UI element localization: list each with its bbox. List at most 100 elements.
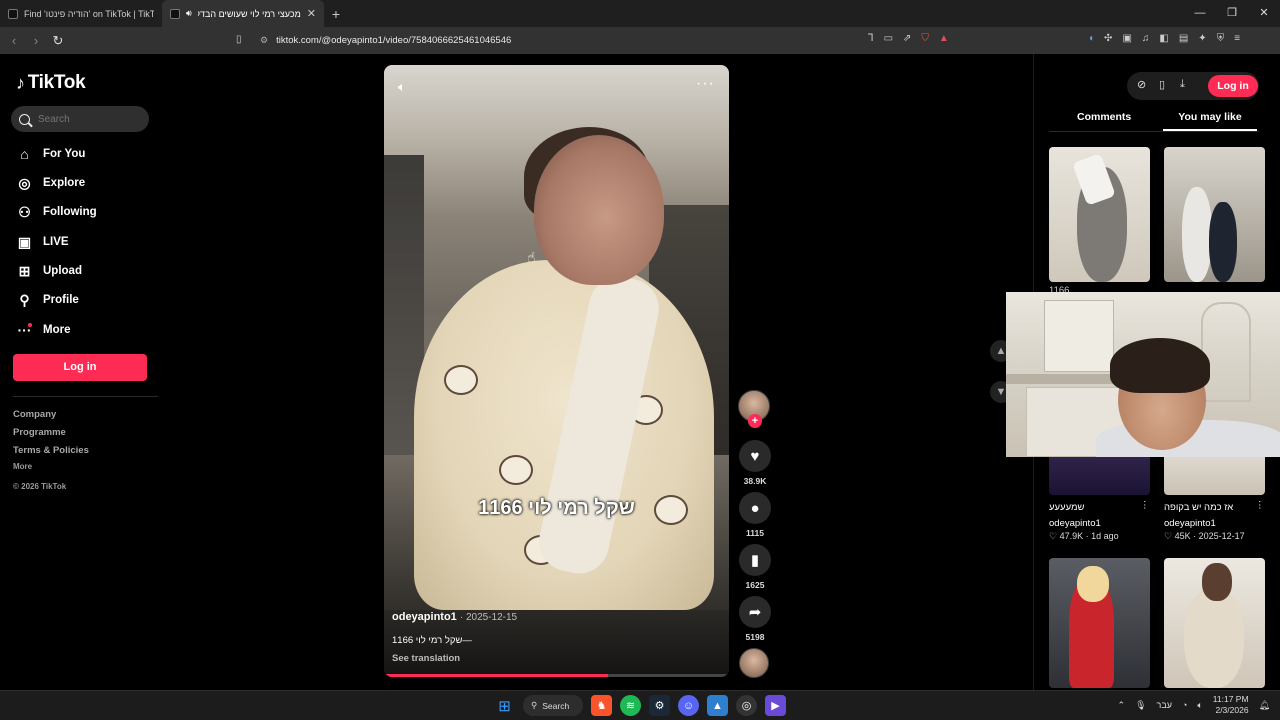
top-login-button[interactable]: Log in (1208, 75, 1258, 97)
close-window-button[interactable]: ✕ (1248, 0, 1280, 27)
speaker-icon[interactable]: 🔊︎ (186, 8, 192, 19)
footer-programme-link[interactable]: Programme (13, 427, 66, 438)
brave-rewards-icon[interactable]: ▲ (939, 33, 949, 44)
new-tab-button[interactable]: + (324, 6, 348, 22)
sidebar-item-more[interactable]: ··· More (16, 319, 71, 341)
copyright: © 2026 TikTok (13, 482, 67, 491)
windows-start-icon[interactable]: ⊞ (494, 695, 515, 716)
sidebar-item-label: LIVE (43, 236, 69, 248)
discord-icon[interactable]: ☺ (678, 695, 699, 716)
translate-icon[interactable]: ⅂ (868, 33, 874, 44)
sidebar-item-label: Following (43, 206, 97, 218)
microphone-icon[interactable]: 🎙︎ (1135, 700, 1146, 711)
card-author[interactable]: odeyapinto1 (1049, 518, 1101, 529)
chevron-up-icon[interactable]: ⌃ (1118, 700, 1126, 711)
sidebar-item-label: Explore (43, 177, 86, 189)
like-count: 38.9K (743, 476, 767, 486)
sound-avatar[interactable] (739, 648, 769, 678)
card-more-icon[interactable]: ⋮ (1255, 500, 1265, 511)
wallet-icon[interactable]: ▤ (1179, 33, 1188, 44)
sidebar-toggle-icon[interactable]: ◧ (1159, 33, 1168, 44)
card-more-icon[interactable]: ⋮ (1140, 500, 1150, 511)
music-icon[interactable]: ♫ (1142, 33, 1150, 44)
back-button[interactable]: ‹ (4, 33, 24, 49)
video-thumbnail[interactable] (1049, 147, 1150, 282)
search-icon (19, 113, 30, 125)
video-thumbnail[interactable] (1049, 558, 1150, 688)
login-button[interactable]: Log in (13, 354, 147, 381)
download-icon[interactable]: ⤓ (1180, 78, 1185, 91)
volume-icon[interactable]: 🔈︎ (1197, 700, 1202, 711)
search-box[interactable] (11, 106, 149, 132)
divider (13, 396, 158, 397)
comment-button[interactable]: ● (739, 492, 771, 524)
steam-icon[interactable]: ⚙︎ (649, 695, 670, 716)
notification-bell-icon[interactable]: 🔔︎ (1259, 700, 1270, 711)
like-button[interactable]: ♥ (739, 440, 771, 472)
video-author[interactable]: odeyapinto1 · 2025-12-15 (392, 611, 517, 623)
footer-terms-link[interactable]: Terms & Policies (13, 445, 89, 456)
media-player-icon[interactable]: ▶ (765, 695, 786, 716)
footer-more-link[interactable]: More (13, 462, 32, 471)
creator-avatar[interactable]: + (738, 390, 770, 428)
clock[interactable]: 11:17 PM 2/3/2026 (1213, 694, 1249, 716)
comment-icon: ● (750, 499, 760, 517)
tab-comments[interactable]: Comments (1077, 111, 1131, 123)
save-button[interactable]: ▮ (739, 544, 771, 576)
wifi-icon[interactable]: ◔ (1182, 700, 1187, 710)
sidebar-item-profile[interactable]: ⚲ Profile (16, 289, 78, 311)
brave-browser-icon[interactable]: ♞ (591, 695, 612, 716)
more-options-icon[interactable]: ··· (696, 75, 715, 93)
footer-company-link[interactable]: Company (13, 409, 56, 420)
address-bar: ‹ › ↻ ▯ ⚙︎ tiktok.com/@odeyapinto1/video… (0, 27, 1280, 54)
forward-button[interactable]: › (26, 33, 46, 49)
share-button[interactable]: ➦ (739, 596, 771, 628)
author-name[interactable]: odeyapinto1 (392, 611, 457, 623)
share-icon[interactable]: ⇗ (903, 33, 911, 44)
cast-icon[interactable]: ▭ (884, 33, 893, 44)
browser-tab-video[interactable]: 🔊︎ מכעצי רמי לוי שעושים הבדל : ✕ (162, 0, 324, 27)
tab-you-may-like[interactable]: You may like (1163, 111, 1257, 131)
bookmark-icon[interactable]: ▯ (236, 34, 242, 45)
brave-shield-icon[interactable]: ⛉ (921, 33, 929, 44)
browser-tab-search[interactable]: Find 'הודיה פינטו' on TikTok | TikTok S (0, 0, 162, 27)
reload-button[interactable]: ↻ (48, 33, 68, 49)
see-translation-link[interactable]: See translation (392, 653, 460, 664)
heart-icon: ♥ (750, 447, 760, 465)
video-progress-bar[interactable] (384, 674, 729, 677)
video-thumbnail[interactable] (1164, 558, 1265, 688)
volume-icon[interactable]: 🔈︎ (398, 79, 406, 95)
leo-ai-icon[interactable]: ✦ (1198, 33, 1206, 44)
coins-icon[interactable]: ⊘ (1137, 78, 1146, 91)
taskbar-search[interactable]: ⚲ Search (523, 695, 583, 716)
video-thumbnail[interactable] (1164, 147, 1265, 282)
extensions-icon[interactable]: ✣ (1104, 33, 1112, 44)
card-author[interactable]: odeyapinto1 (1164, 518, 1216, 529)
language-indicator[interactable]: עבר (1157, 700, 1172, 710)
spotify-icon[interactable]: ≋ (620, 695, 641, 716)
screenshot-icon[interactable]: ▣ (1122, 33, 1131, 44)
webcam-scene (1201, 302, 1251, 402)
sidebar-item-explore[interactable]: ◎ Explore (16, 172, 85, 194)
search-input[interactable] (38, 113, 138, 125)
site-info-icon[interactable]: ⚙︎ (260, 35, 268, 46)
sidebar-item-live[interactable]: ▣ LIVE (16, 231, 69, 253)
video-player[interactable]: 🔈︎ ··· ☝︎ 1166 שקל רמי לוי odeyapinto1 ·… (384, 65, 729, 677)
video-actions: + ♥ 38.9K ● 1115 ▮ 1625 ➦ 5198 (738, 390, 772, 678)
restore-button[interactable]: ❐ (1216, 0, 1248, 27)
follow-plus-icon[interactable]: + (748, 414, 762, 428)
tiktok-logo[interactable]: ♪ TikTok (16, 72, 86, 94)
sidebar-item-upload[interactable]: ⊞ Upload (16, 260, 82, 282)
heart-outline-icon: ♡ (1049, 531, 1058, 541)
minimize-button[interactable]: — (1184, 0, 1216, 27)
sidebar-item-for-you[interactable]: ⌂ For You (16, 143, 85, 165)
url-field[interactable]: ⚙︎ tiktok.com/@odeyapinto1/video/7584066… (260, 31, 880, 50)
obs-icon[interactable]: ◎ (736, 695, 757, 716)
sidebar-item-following[interactable]: ⚇ Following (16, 201, 97, 223)
audio-icon[interactable]: ◖ (1088, 33, 1094, 44)
menu-icon[interactable]: ≡ (1234, 33, 1240, 44)
device-icon[interactable]: ▯ (1159, 78, 1165, 91)
vpn-icon[interactable]: ⛨ (1217, 33, 1225, 44)
photos-icon[interactable]: ▲ (707, 695, 728, 716)
close-tab-icon[interactable]: ✕ (307, 7, 316, 20)
